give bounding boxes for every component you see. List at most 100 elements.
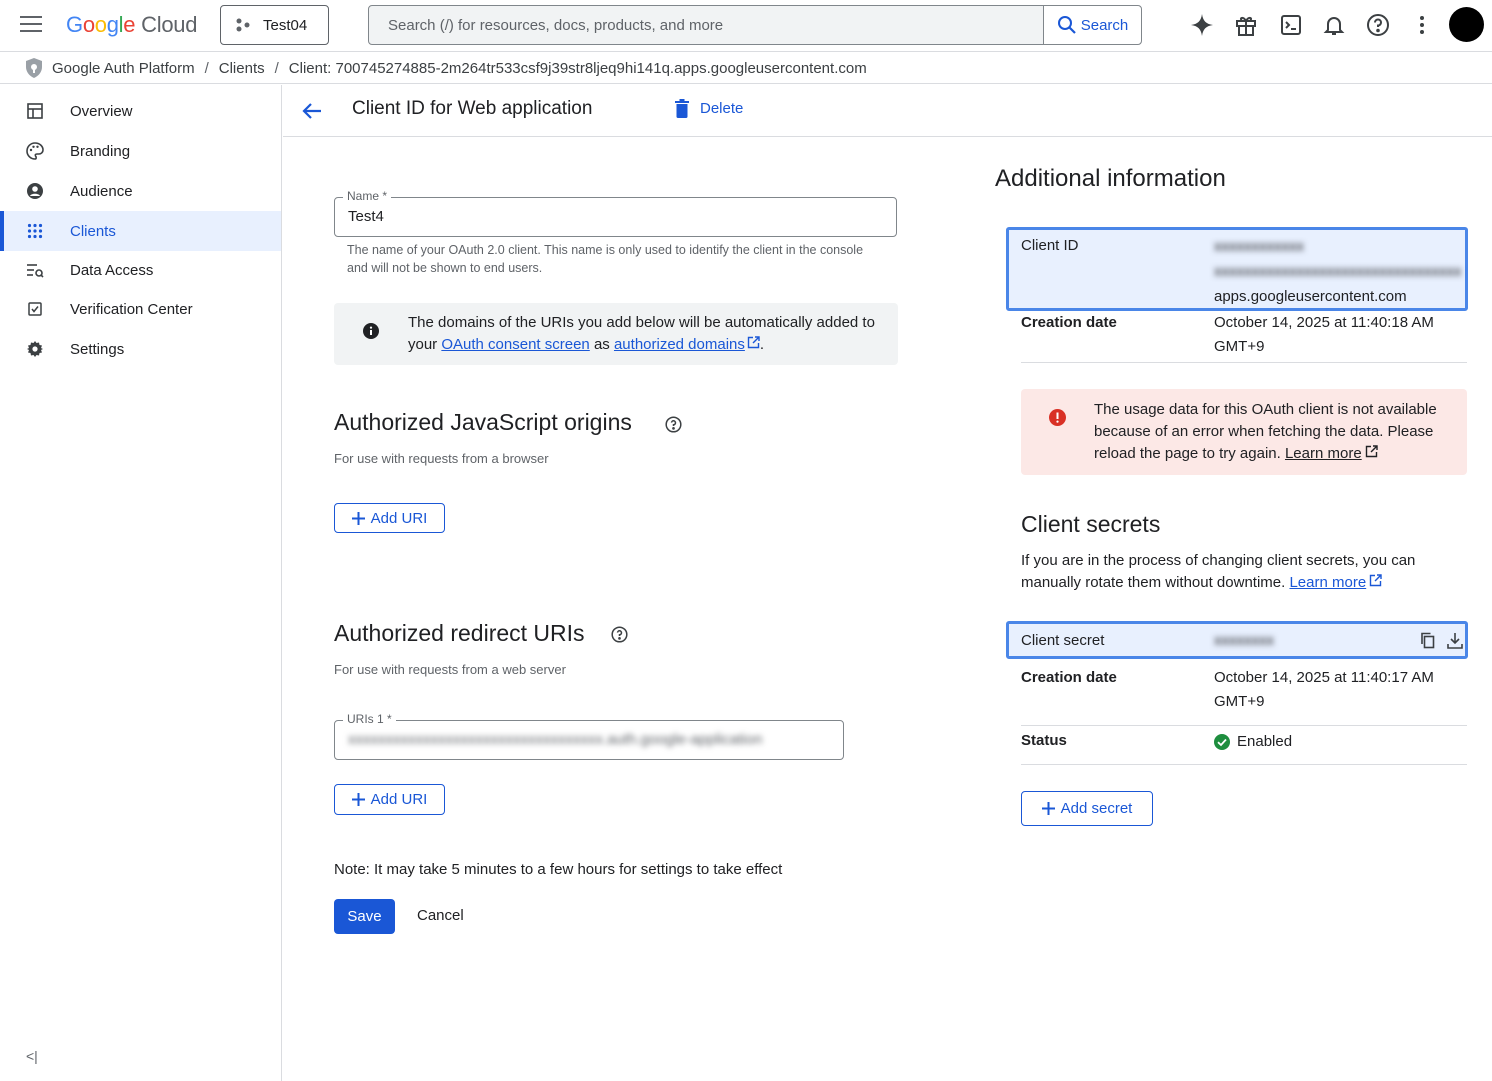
cancel-button[interactable]: Cancel bbox=[417, 907, 464, 924]
avatar[interactable] bbox=[1449, 7, 1484, 42]
domains-info-text: The domains of the URIs you add below wi… bbox=[408, 314, 875, 353]
name-helper-text: The name of your OAuth 2.0 client. This … bbox=[347, 243, 864, 275]
more-vert-icon[interactable] bbox=[1410, 13, 1434, 37]
creation-date-timezone: GMT+9 bbox=[1214, 338, 1265, 355]
sidebar-item-data-access[interactable]: Data Access bbox=[0, 250, 281, 290]
name-value: Test4 bbox=[348, 208, 384, 225]
client-secret-row: Client secret xxxxxxxx bbox=[1006, 621, 1468, 659]
sidebar-item-branding[interactable]: Branding bbox=[0, 131, 281, 171]
gemini-sparkle-icon[interactable] bbox=[1190, 13, 1214, 37]
client-id-value-part3: apps.googleusercontent.com bbox=[1214, 288, 1407, 305]
save-button[interactable]: Save bbox=[334, 899, 395, 934]
breadcrumb-current: Client: 700745274885-2m264tr533csf9j39st… bbox=[288, 59, 867, 77]
client-id-row: Client ID xxxxxxxxxxxx xxxxxxxxxxxxxxxxx… bbox=[1006, 227, 1468, 311]
help-icon[interactable] bbox=[611, 626, 628, 643]
usage-error-text: The usage data for this OAuth client is … bbox=[1094, 401, 1437, 462]
learn-more-link[interactable]: Learn more bbox=[1289, 574, 1366, 591]
client-secret-label: Client secret bbox=[1021, 632, 1105, 649]
client-secrets-desc: If you are in the process of changing cl… bbox=[1021, 552, 1416, 591]
cloud-shell-icon[interactable] bbox=[1279, 13, 1303, 37]
verified-icon bbox=[25, 299, 45, 319]
sidebar: Overview Branding Audience Clients Data … bbox=[0, 85, 282, 1081]
add-redirect-uri-button[interactable]: Add URI bbox=[334, 784, 445, 815]
domains-info-box: The domains of the URIs you add below wi… bbox=[334, 303, 898, 365]
add-js-origin-button[interactable]: Add URI bbox=[334, 503, 445, 533]
sidebar-item-verification-center[interactable]: Verification Center bbox=[0, 289, 281, 329]
divider bbox=[1021, 362, 1467, 363]
secret-creation-date-label: Creation date bbox=[1021, 669, 1117, 686]
person-icon bbox=[25, 181, 45, 201]
info-icon bbox=[363, 323, 379, 339]
palette-icon bbox=[25, 141, 45, 161]
secret-creation-date-value: October 14, 2025 at 11:40:17 AM bbox=[1214, 669, 1434, 686]
dashboard-icon bbox=[25, 101, 45, 121]
secret-creation-date-timezone: GMT+9 bbox=[1214, 693, 1265, 710]
download-icon[interactable] bbox=[1447, 632, 1463, 649]
redirect-uris-subtitle: For use with requests from a web server bbox=[334, 662, 566, 677]
top-bar: Google Cloud Test04 Search bbox=[0, 0, 1492, 52]
oauth-consent-link[interactable]: OAuth consent screen bbox=[441, 336, 589, 353]
delete-button[interactable]: Delete bbox=[674, 99, 743, 118]
add-secret-button[interactable]: Add secret bbox=[1021, 791, 1153, 826]
breadcrumb-separator: / bbox=[204, 59, 209, 77]
uri-label: URIs 1 * bbox=[343, 712, 396, 726]
main-menu-icon[interactable] bbox=[20, 16, 42, 34]
js-origins-subtitle: For use with requests from a browser bbox=[334, 451, 549, 466]
search-input[interactable] bbox=[369, 6, 1043, 44]
error-icon bbox=[1049, 409, 1066, 426]
apps-grid-icon bbox=[25, 221, 45, 241]
usage-error-banner: The usage data for this OAuth client is … bbox=[1021, 389, 1467, 475]
external-link-icon bbox=[747, 336, 760, 349]
sidebar-item-settings[interactable]: Settings bbox=[0, 329, 281, 369]
divider bbox=[1021, 764, 1467, 765]
settings-note: Note: It may take 5 minutes to a few hou… bbox=[334, 861, 783, 878]
project-name: Test04 bbox=[263, 16, 308, 34]
sidebar-item-audience[interactable]: Audience bbox=[0, 171, 281, 211]
notifications-icon[interactable] bbox=[1322, 13, 1346, 37]
name-field[interactable]: Name * Test4 bbox=[334, 189, 897, 237]
sidebar-item-clients[interactable]: Clients bbox=[0, 211, 281, 251]
gift-icon[interactable] bbox=[1234, 13, 1258, 37]
name-label: Name * bbox=[343, 189, 392, 203]
collapse-sidebar-icon[interactable]: <| bbox=[26, 1048, 38, 1064]
breadcrumb-auth-platform[interactable]: Google Auth Platform bbox=[52, 60, 195, 77]
redirect-uri-value: xxxxxxxxxxxxxxxxxxxxxxxxxxxxxxxxxx.auth.… bbox=[348, 731, 763, 748]
status-badge: Enabled bbox=[1214, 730, 1292, 754]
data-access-icon bbox=[25, 260, 45, 280]
learn-more-link[interactable]: Learn more bbox=[1285, 445, 1362, 462]
help-icon[interactable] bbox=[665, 416, 682, 433]
client-id-value-part1: xxxxxxxxxxxx bbox=[1214, 238, 1304, 255]
redirect-uris-title: Authorized redirect URIs bbox=[334, 620, 585, 646]
external-link-icon bbox=[1365, 445, 1378, 458]
help-icon[interactable] bbox=[1366, 13, 1390, 37]
external-link-icon bbox=[1369, 574, 1382, 587]
project-picker-button[interactable]: Test04 bbox=[220, 5, 329, 45]
redirect-uri-input[interactable]: URIs 1 * xxxxxxxxxxxxxxxxxxxxxxxxxxxxxxx… bbox=[334, 712, 844, 760]
creation-date-label: Creation date bbox=[1021, 314, 1117, 331]
client-id-value-part2: xxxxxxxxxxxxxxxxxxxxxxxxxxxxxxxxx bbox=[1214, 263, 1462, 280]
plus-icon bbox=[351, 511, 365, 525]
project-icon bbox=[236, 18, 250, 32]
breadcrumb: Google Auth Platform / Clients / Client:… bbox=[0, 53, 1492, 84]
client-secret-value: xxxxxxxx bbox=[1214, 632, 1274, 649]
plus-icon bbox=[1041, 802, 1055, 815]
search-icon bbox=[1057, 16, 1076, 34]
google-cloud-logo[interactable]: Google Cloud bbox=[66, 12, 197, 38]
client-secrets-title: Client secrets bbox=[1021, 511, 1161, 537]
breadcrumb-separator: / bbox=[274, 59, 279, 77]
check-circle-icon bbox=[1214, 734, 1230, 750]
sidebar-item-overview[interactable]: Overview bbox=[0, 91, 281, 131]
plus-icon bbox=[351, 793, 365, 806]
copy-icon[interactable] bbox=[1420, 632, 1435, 649]
js-origins-title: Authorized JavaScript origins bbox=[334, 409, 632, 435]
creation-date-value: October 14, 2025 at 11:40:18 AM bbox=[1214, 314, 1434, 331]
authorized-domains-link[interactable]: authorized domains bbox=[614, 336, 745, 353]
divider bbox=[1021, 725, 1467, 726]
back-arrow-icon[interactable] bbox=[301, 100, 323, 127]
search-button[interactable]: Search bbox=[1043, 6, 1141, 44]
search-bar: Search bbox=[368, 5, 1142, 45]
page-title: Client ID for Web application bbox=[352, 98, 593, 119]
settings-icon bbox=[25, 339, 45, 359]
breadcrumb-clients[interactable]: Clients bbox=[219, 60, 265, 77]
trash-icon bbox=[675, 99, 689, 118]
